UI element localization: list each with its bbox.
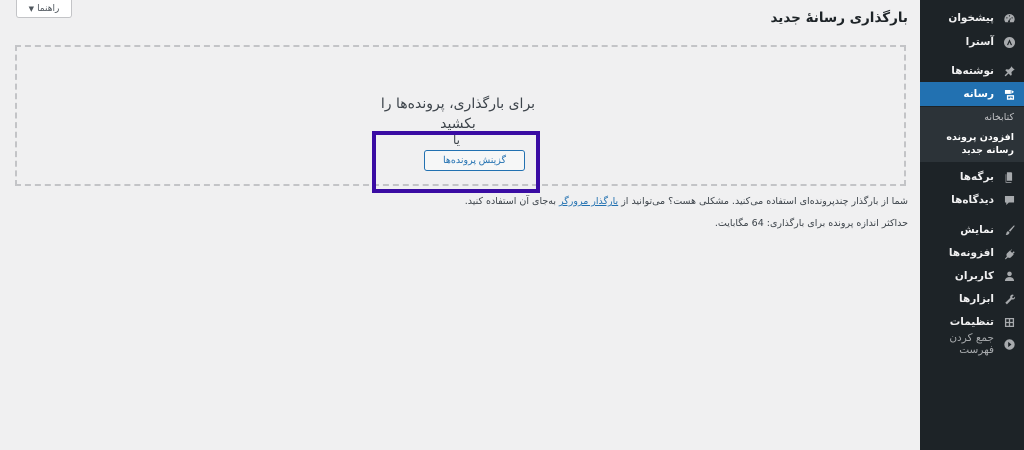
sidebar-item-label: رسانه [963, 88, 994, 100]
sidebar-item-users[interactable]: کاربران [920, 264, 1024, 288]
collapse-menu-label: جمع کردن فهرست [949, 332, 994, 356]
collapse-arrow-icon [1002, 337, 1016, 351]
sidebar-item-label: برگه‌ها [959, 171, 994, 183]
media-submenu: کتابخانه افزودن پرونده رسانه جدید [920, 107, 1024, 162]
sidebar-item-label: آسترا [965, 36, 994, 48]
collapse-menu-button[interactable]: جمع کردن فهرست [920, 332, 1024, 356]
sidebar-item-label: نوشته‌ها [951, 65, 994, 77]
submenu-library[interactable]: کتابخانه [984, 112, 1014, 123]
plug-icon [1002, 246, 1016, 260]
sidebar-item-dashboard[interactable]: پیشخوان [920, 6, 1024, 30]
help-tab-button[interactable]: راهنما ▼ [16, 0, 72, 18]
sidebar-item-astra[interactable]: آسترا [920, 30, 1024, 54]
multi-uploader-info: شما از بارگذار چندپرونده‌ای استفاده می‌ک… [465, 196, 908, 207]
sidebar-item-posts[interactable]: نوشته‌ها [920, 59, 1024, 83]
sidebar-item-media[interactable]: رسانه [920, 82, 1024, 106]
admin-sidebar: پیشخوان آسترا نوشته‌ها رسانه کتابخانه اف… [920, 0, 1024, 450]
media-icon [1002, 87, 1016, 101]
sidebar-item-label: نمایش [960, 224, 994, 236]
select-files-button[interactable]: گزینش پرونده‌ها [424, 150, 525, 171]
submenu-add-new-media[interactable]: افزودن پرونده رسانه جدید [930, 131, 1014, 157]
sidebar-item-pages[interactable]: برگه‌ها [920, 165, 1024, 189]
sidebar-item-comments[interactable]: دیدگاه‌ها [920, 188, 1024, 212]
wrench-icon [1002, 292, 1016, 306]
sidebar-item-settings[interactable]: تنظیمات [920, 310, 1024, 334]
page-icon [1002, 170, 1016, 184]
drop-files-instructions: برای بارگذاری، پرونده‌ها را بکشید [380, 96, 536, 132]
astra-logo-icon [1002, 35, 1016, 49]
sidebar-item-plugins[interactable]: افزونه‌ها [920, 241, 1024, 265]
brush-icon [1002, 223, 1016, 237]
dashboard-icon [1002, 11, 1016, 25]
sidebar-item-label: دیدگاه‌ها [951, 194, 994, 206]
sidebar-item-label: ابزارها [959, 293, 994, 305]
page-title: بارگذاری رسانهٔ جدید [770, 10, 909, 26]
browser-uploader-link[interactable]: بارگذار مرورگر [559, 196, 618, 207]
sidebar-item-label: پیشخوان [948, 12, 994, 24]
multi-uploader-text: شما از بارگذار چندپرونده‌ای استفاده می‌ک… [621, 196, 908, 207]
sidebar-item-label: افزونه‌ها [948, 247, 994, 259]
sidebar-item-label: تنظیمات [949, 316, 994, 328]
caret-down-icon: ▼ [28, 4, 35, 13]
sidebar-item-appearance[interactable]: نمایش [920, 218, 1024, 242]
sidebar-item-tools[interactable]: ابزارها [920, 287, 1024, 311]
comment-icon [1002, 193, 1016, 207]
pin-icon [1002, 64, 1016, 78]
sidebar-item-label: کاربران [954, 270, 994, 282]
multi-uploader-suffix: به‌جای آن استفاده کنید. [464, 196, 556, 207]
settings-icon [1002, 315, 1016, 329]
help-tab-label: راهنما [37, 3, 60, 14]
max-upload-size: حداکثر اندازه پرونده برای بارگذاری: 64 م… [714, 218, 908, 229]
user-icon [1002, 269, 1016, 283]
